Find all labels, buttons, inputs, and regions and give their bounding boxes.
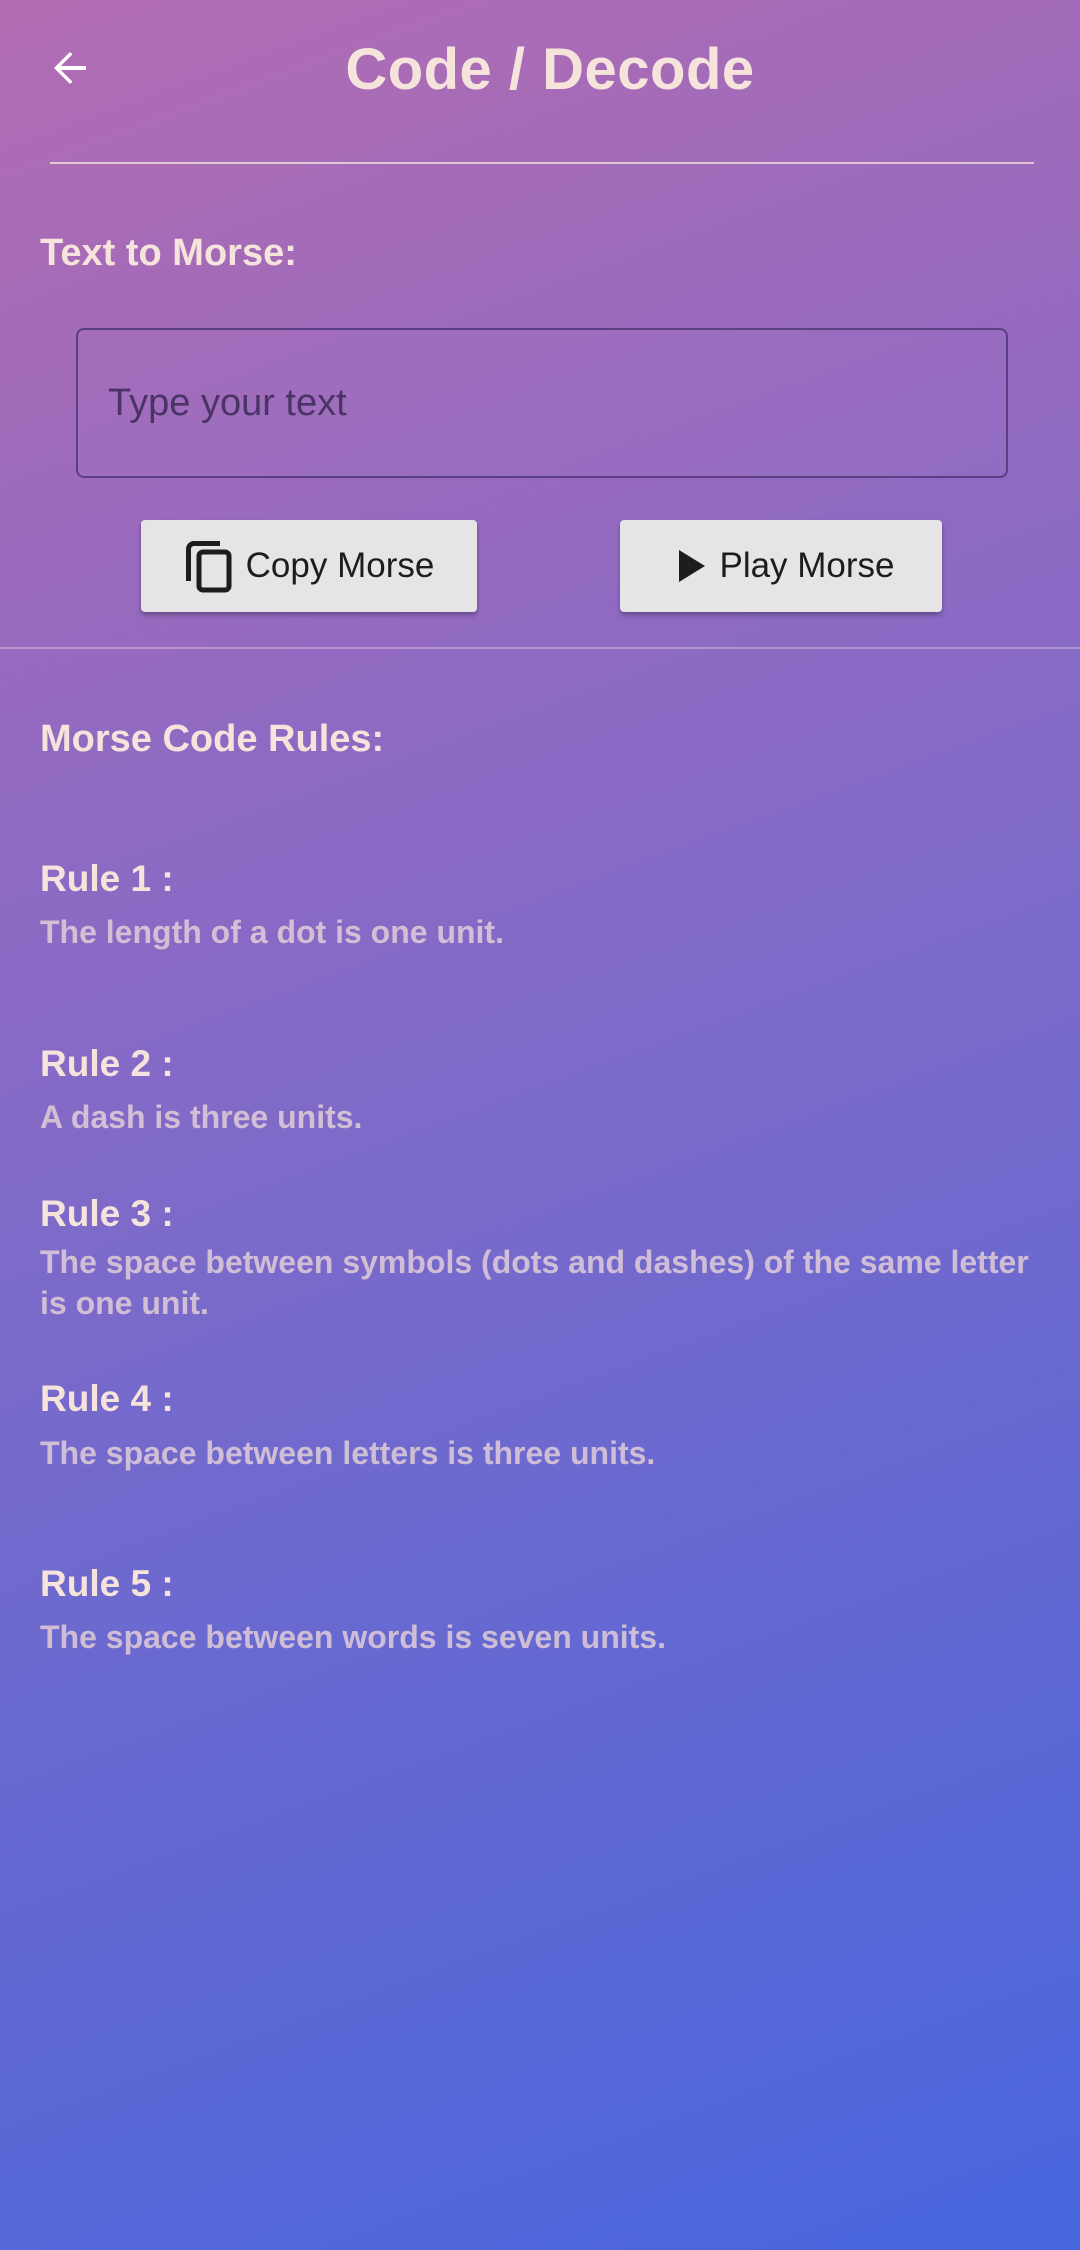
rule-2-title: Rule 2 : xyxy=(40,1043,174,1084)
rule-5-text: The space between words is seven units. xyxy=(40,1619,666,1655)
play-morse-button[interactable]: Play Morse xyxy=(620,520,942,612)
rule-3-title: Rule 3 : xyxy=(40,1193,174,1234)
section-divider xyxy=(0,647,1080,649)
rule-2-text: A dash is three units. xyxy=(40,1099,363,1135)
copy-icon xyxy=(184,537,238,595)
play-icon xyxy=(667,544,711,588)
rule-5-title: Rule 5 : xyxy=(40,1563,174,1604)
page-title: Code / Decode xyxy=(345,37,755,102)
text-to-morse-label: Text to Morse: xyxy=(40,232,297,274)
play-morse-label: Play Morse xyxy=(719,546,895,585)
rule-1-text: The length of a dot is one unit. xyxy=(40,914,504,950)
text-input[interactable] xyxy=(76,328,1008,478)
rule-4-text: The space between letters is three units… xyxy=(40,1435,656,1471)
morse-rules-label: Morse Code Rules: xyxy=(40,718,385,760)
rule-3-text: The space between symbols (dots and dash… xyxy=(40,1244,1029,1321)
header-divider xyxy=(50,162,1034,164)
copy-morse-label: Copy Morse xyxy=(245,546,435,585)
app-header: Code / Decode xyxy=(0,0,1080,165)
rule-1-title: Rule 1 : xyxy=(40,858,174,899)
rule-4-title: Rule 4 : xyxy=(40,1378,174,1419)
copy-morse-button[interactable]: Copy Morse xyxy=(141,520,477,612)
